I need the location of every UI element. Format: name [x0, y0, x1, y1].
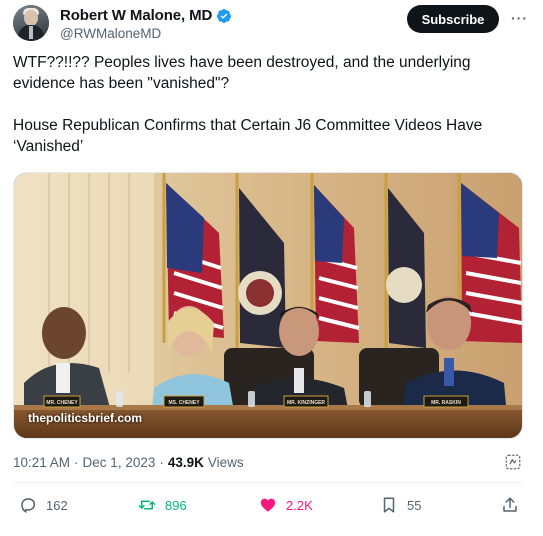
- subscribe-button[interactable]: Subscribe: [407, 5, 499, 33]
- nameplate-3: MR. KINZINGER: [287, 400, 325, 406]
- nameplate-2: MS. CHENEY: [168, 400, 200, 406]
- action-divider: [13, 482, 523, 483]
- author-avatar[interactable]: [13, 5, 49, 41]
- reply-count: 162: [46, 497, 68, 513]
- reply-button[interactable]: 162: [19, 496, 68, 514]
- reply-icon: [21, 498, 36, 513]
- author-display-name[interactable]: Robert W Malone, MD: [60, 7, 212, 24]
- tweet-media-image[interactable]: MR. CHENEY MS. CHENEY MR. KINZINGER MR. …: [13, 172, 523, 439]
- tweet-text: WTF??!!?? Peoples lives have been destro…: [13, 52, 523, 157]
- tweet-time[interactable]: 10:21 AM: [13, 455, 70, 470]
- repost-count: 896: [165, 497, 187, 513]
- tweet-paragraph-2: House Republican Confirms that Certain J…: [13, 117, 483, 155]
- verified-badge-icon: [217, 8, 232, 23]
- bookmark-icon: [383, 497, 395, 513]
- author-name-row[interactable]: Robert W Malone, MD: [60, 7, 232, 24]
- bookmark-count: 55: [407, 497, 422, 513]
- tweet-actions: 162 896 2.2K 55: [13, 492, 523, 522]
- media-photo-illustration: MR. CHENEY MS. CHENEY MR. KINZINGER MR. …: [14, 173, 522, 438]
- like-count: 2.2K: [286, 497, 313, 513]
- author-handle[interactable]: @RWMaloneMD: [60, 26, 161, 41]
- nameplate-4: MR. RASKIN: [431, 400, 461, 406]
- tweet-date[interactable]: Dec 1, 2023: [83, 455, 156, 470]
- tweet-paragraph-1: WTF??!!?? Peoples lives have been destro…: [13, 54, 471, 92]
- like-button[interactable]: 2.2K: [259, 496, 313, 514]
- grok-icon[interactable]: [504, 453, 522, 471]
- share-button[interactable]: [501, 496, 519, 514]
- meta-separator-2: ·: [159, 455, 164, 470]
- nameplate-1: MR. CHENEY: [46, 400, 78, 406]
- repost-icon: [138, 500, 156, 510]
- more-options-icon[interactable]: ···: [511, 10, 529, 28]
- meta-separator: ·: [74, 455, 79, 470]
- views-label: Views: [207, 455, 244, 470]
- tweet-meta: 10:21 AM · Dec 1, 2023 · 43.9K Views: [13, 455, 244, 470]
- heart-icon: [260, 498, 276, 512]
- bookmark-button[interactable]: 55: [380, 496, 421, 514]
- tweet-header: Robert W Malone, MD @RWMaloneMD Subscrib…: [13, 5, 533, 45]
- repost-button[interactable]: 896: [138, 496, 187, 514]
- views-count: 43.9K: [167, 455, 204, 470]
- media-watermark: thepoliticsbrief.com: [28, 411, 143, 425]
- share-icon: [503, 497, 517, 512]
